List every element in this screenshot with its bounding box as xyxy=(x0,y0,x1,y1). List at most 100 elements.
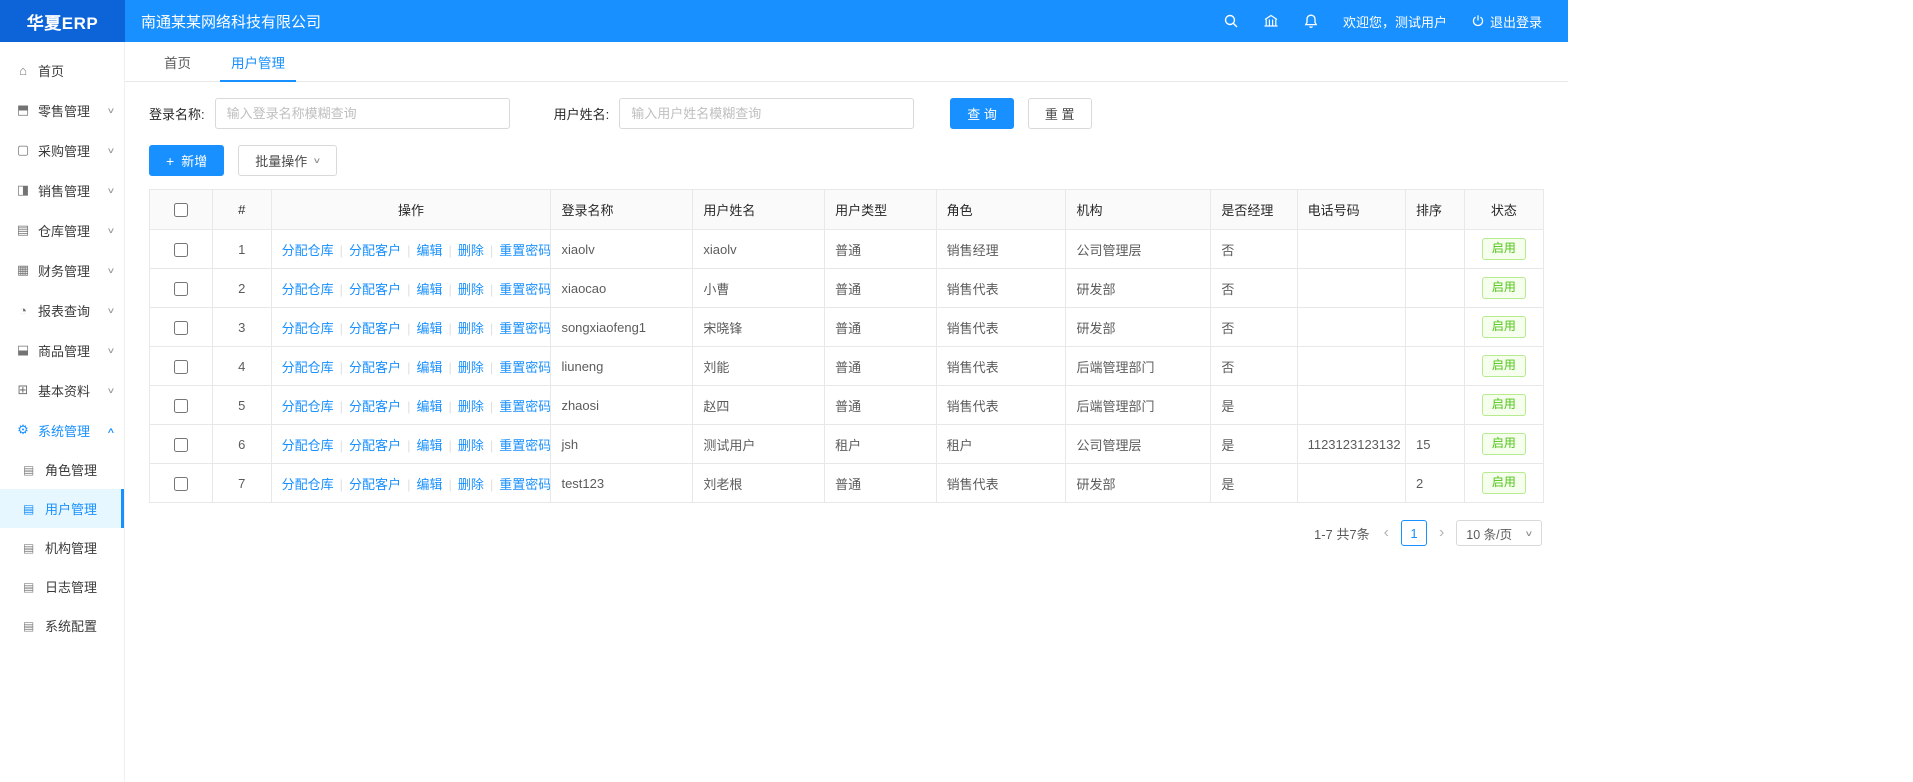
sidebar-item-warehouse[interactable]: ▤ 仓库管理 ∨ xyxy=(0,210,124,250)
prev-page-button[interactable]: ‹ xyxy=(1382,525,1391,541)
reset-password-link[interactable]: 重置密码 xyxy=(499,243,551,258)
select-all-checkbox[interactable] xyxy=(174,203,188,217)
assign-customer-link[interactable]: 分配客户 xyxy=(349,243,401,258)
cell-status: 启用 xyxy=(1464,425,1543,464)
user-name-input[interactable] xyxy=(619,98,914,129)
logout-button[interactable]: 退出登录 xyxy=(1471,12,1542,31)
cell-role: 销售经理 xyxy=(936,230,1066,269)
edit-link[interactable]: 编辑 xyxy=(416,282,442,297)
row-checkbox[interactable] xyxy=(174,438,188,452)
sidebar-item-goods[interactable]: ⬓ 商品管理 ∨ xyxy=(0,330,124,370)
column-header: 电话号码 xyxy=(1297,190,1405,230)
tab-user-management[interactable]: 用户管理 xyxy=(214,42,302,81)
reset-password-link[interactable]: 重置密码 xyxy=(499,321,551,336)
page-1-button[interactable]: 1 xyxy=(1401,520,1427,546)
sidebar-item-basic[interactable]: ⊞ 基本资料 ∨ xyxy=(0,370,124,410)
row-index: 5 xyxy=(212,386,271,425)
main-layout: ⌂ 首页 ⬒ 零售管理 ∨ ▢ 采购管理 ∨ ◨ 销售管理 ∨ ▤ 仓库管理 ∨… xyxy=(0,42,1568,782)
assign-customer-link[interactable]: 分配客户 xyxy=(349,477,401,492)
edit-link[interactable]: 编辑 xyxy=(416,477,442,492)
assign-customer-link[interactable]: 分配客户 xyxy=(349,438,401,453)
assign-warehouse-link[interactable]: 分配仓库 xyxy=(282,477,334,492)
assign-warehouse-link[interactable]: 分配仓库 xyxy=(282,282,334,297)
chevron-down-icon: ∨ xyxy=(107,226,116,235)
add-button[interactable]: + 新增 xyxy=(149,145,224,176)
sidebar-item-retail[interactable]: ⬒ 零售管理 ∨ xyxy=(0,90,124,130)
reset-password-link[interactable]: 重置密码 xyxy=(499,477,551,492)
row-checkbox[interactable] xyxy=(174,477,188,491)
sidebar-subitem-role[interactable]: ▤ 角色管理 xyxy=(0,450,124,489)
operation-separator: | xyxy=(340,243,343,258)
table-row: 6 分配仓库|分配客户|编辑|删除|重置密码 jsh 测试用户 租户 租户 公司… xyxy=(150,425,1544,464)
delete-link[interactable]: 删除 xyxy=(458,477,484,492)
assign-customer-link[interactable]: 分配客户 xyxy=(349,321,401,336)
sidebar-subitem-config[interactable]: ▤ 系统配置 xyxy=(0,606,124,645)
menu-item-label: 日志管理 xyxy=(45,577,97,596)
search-button[interactable]: 查 询 xyxy=(950,98,1014,129)
row-checkbox-cell xyxy=(150,308,213,347)
row-checkbox[interactable] xyxy=(174,243,188,257)
sidebar-subitem-user[interactable]: ▤ 用户管理 xyxy=(0,489,124,528)
edit-link[interactable]: 编辑 xyxy=(416,360,442,375)
reset-button[interactable]: 重 置 xyxy=(1028,98,1092,129)
sidebar-item-home[interactable]: ⌂ 首页 xyxy=(0,50,124,90)
sidebar-item-purchase[interactable]: ▢ 采购管理 ∨ xyxy=(0,130,124,170)
cell-sort: 2 xyxy=(1406,464,1465,503)
row-checkbox[interactable] xyxy=(174,321,188,335)
sidebar-item-system[interactable]: ⚙ 系统管理 ∧ xyxy=(0,410,124,450)
batch-operations-button[interactable]: 批量操作 ∨ xyxy=(238,145,337,176)
sidebar-subitem-org[interactable]: ▤ 机构管理 xyxy=(0,528,124,567)
reset-password-link[interactable]: 重置密码 xyxy=(499,399,551,414)
operation-separator: | xyxy=(407,477,410,492)
edit-link[interactable]: 编辑 xyxy=(416,243,442,258)
reset-password-link[interactable]: 重置密码 xyxy=(499,438,551,453)
assign-customer-link[interactable]: 分配客户 xyxy=(349,399,401,414)
assign-customer-link[interactable]: 分配客户 xyxy=(349,282,401,297)
row-checkbox[interactable] xyxy=(174,282,188,296)
search-icon[interactable] xyxy=(1223,13,1239,29)
welcome-text[interactable]: 欢迎您，测试用户 xyxy=(1343,12,1447,31)
operation-separator: | xyxy=(407,360,410,375)
delete-link[interactable]: 删除 xyxy=(458,282,484,297)
cell-phone: 1123123123132 xyxy=(1297,425,1405,464)
assign-warehouse-link[interactable]: 分配仓库 xyxy=(282,243,334,258)
column-header: # xyxy=(212,190,271,230)
menu-item-label: 首页 xyxy=(38,61,116,80)
delete-link[interactable]: 删除 xyxy=(458,243,484,258)
next-page-button[interactable]: › xyxy=(1437,525,1446,541)
edit-link[interactable]: 编辑 xyxy=(416,321,442,336)
reset-password-link[interactable]: 重置密码 xyxy=(499,282,551,297)
delete-link[interactable]: 删除 xyxy=(458,399,484,414)
platform-icon[interactable] xyxy=(1263,13,1279,29)
sidebar-item-report[interactable]: ◔ 报表查询 ∨ xyxy=(0,290,124,330)
sidebar-subitem-log[interactable]: ▤ 日志管理 xyxy=(0,567,124,606)
assign-customer-link[interactable]: 分配客户 xyxy=(349,360,401,375)
bell-icon[interactable] xyxy=(1303,13,1319,29)
cell-role: 销售代表 xyxy=(936,347,1066,386)
cell-phone xyxy=(1297,230,1405,269)
add-button-label: 新增 xyxy=(181,151,207,170)
menu-item-label: 零售管理 xyxy=(38,101,108,120)
tab-bar: 首页 用户管理 xyxy=(125,42,1568,82)
edit-link[interactable]: 编辑 xyxy=(416,438,442,453)
delete-link[interactable]: 删除 xyxy=(458,360,484,375)
delete-link[interactable]: 删除 xyxy=(458,438,484,453)
assign-warehouse-link[interactable]: 分配仓库 xyxy=(282,399,334,414)
edit-link[interactable]: 编辑 xyxy=(416,399,442,414)
sidebar-item-finance[interactable]: ▦ 财务管理 ∨ xyxy=(0,250,124,290)
delete-link[interactable]: 删除 xyxy=(458,321,484,336)
tab-home[interactable]: 首页 xyxy=(147,42,208,81)
cell-user-type: 租户 xyxy=(825,425,937,464)
cell-role: 销售代表 xyxy=(936,308,1066,347)
page-size-select[interactable]: 10 条/页 ∨ xyxy=(1456,520,1542,546)
row-checkbox[interactable] xyxy=(174,360,188,374)
reset-password-link[interactable]: 重置密码 xyxy=(499,360,551,375)
sidebar-item-sales[interactable]: ◨ 销售管理 ∨ xyxy=(0,170,124,210)
login-name-input[interactable] xyxy=(215,98,510,129)
cell-is-manager: 否 xyxy=(1211,347,1297,386)
cell-phone xyxy=(1297,347,1405,386)
assign-warehouse-link[interactable]: 分配仓库 xyxy=(282,321,334,336)
row-checkbox[interactable] xyxy=(174,399,188,413)
assign-warehouse-link[interactable]: 分配仓库 xyxy=(282,360,334,375)
assign-warehouse-link[interactable]: 分配仓库 xyxy=(282,438,334,453)
